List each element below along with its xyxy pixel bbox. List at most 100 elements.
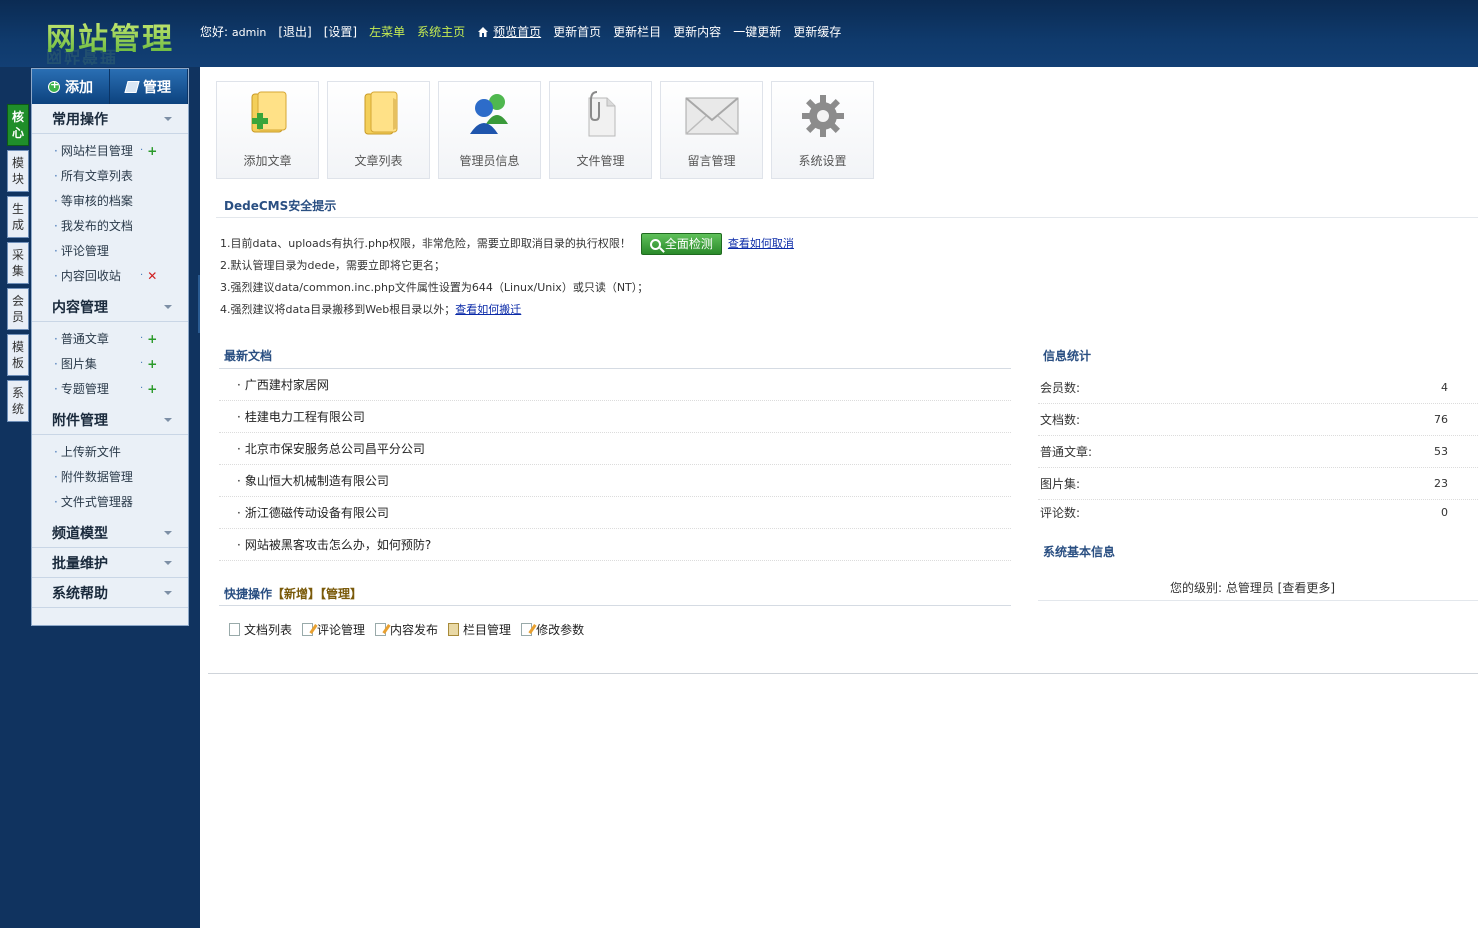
update-content-link[interactable]: 更新内容 xyxy=(673,23,721,40)
update-cache-link[interactable]: 更新缓存 xyxy=(793,23,841,40)
group-batch-maintain[interactable]: 批量维护 xyxy=(32,548,188,578)
add-icon[interactable]: + xyxy=(147,332,157,346)
greeting-text: 您好: admin xyxy=(200,25,267,39)
add-icon xyxy=(48,78,60,93)
sidebar-item-comments[interactable]: 评论管理 xyxy=(32,238,188,263)
quick-ops-title: 快捷操作【新增】【管理】 xyxy=(224,587,363,601)
latest-docs-list: 广西建村家居网 桂建电力工程有限公司 北京市保安服务总公司昌平分公司 象山恒大机… xyxy=(219,369,1011,561)
table-row: 普通文章: 53 xyxy=(1038,436,1478,468)
group-attachments[interactable]: 附件管理 xyxy=(32,405,188,435)
tab-templates[interactable]: 模板 xyxy=(7,334,29,376)
list-item[interactable]: 广西建村家居网 xyxy=(219,369,1011,401)
search-icon xyxy=(649,238,661,250)
left-menu-link[interactable]: 左菜单 xyxy=(369,23,405,40)
tab-collect[interactable]: 采集 xyxy=(7,242,29,284)
home-icon xyxy=(478,26,489,37)
shortcut-admin-info[interactable]: 管理员信息 xyxy=(438,81,541,179)
update-home-link[interactable]: 更新首页 xyxy=(553,23,601,40)
update-columns-link[interactable]: 更新栏目 xyxy=(613,23,661,40)
sidebar-item-pending-docs[interactable]: 等审核的档案 xyxy=(32,188,188,213)
list-item[interactable]: 网站被黑客攻击怎么办，如何预防? xyxy=(219,529,1011,561)
add-mode-button[interactable]: 添加 xyxy=(32,69,110,104)
quick-ops-list: 文档列表 评论管理 内容发布 栏目管理 修改参数 xyxy=(229,621,584,638)
quick-comment-manage[interactable]: 评论管理 xyxy=(302,621,365,638)
sidebar-top-buttons: 添加 管理 xyxy=(32,69,188,104)
quick-content-publish[interactable]: 内容发布 xyxy=(375,621,438,638)
tab-system[interactable]: 系统 xyxy=(7,380,29,422)
file-manage-icon xyxy=(588,91,615,137)
tab-core[interactable]: 核心 xyxy=(7,104,29,146)
sidebar-item-attachment-data[interactable]: 附件数据管理 xyxy=(32,464,188,489)
top-navigation: 您好: admin [退出] [设置] 左菜单 系统主页 预览首页 更新首页 更… xyxy=(200,23,841,40)
divider xyxy=(208,673,1478,674)
sidebar-item-column-manage[interactable]: 网站栏目管理·+ xyxy=(32,138,188,163)
latest-docs-title: 最新文档 xyxy=(224,349,273,363)
comment-icon xyxy=(302,623,314,636)
sidebar-item-normal-article[interactable]: 普通文章·+ xyxy=(32,326,188,351)
sidebar-item-file-manager[interactable]: 文件式管理器 xyxy=(32,489,188,514)
add-icon[interactable]: + xyxy=(147,144,157,158)
tab-modules[interactable]: 模块 xyxy=(7,150,29,192)
tip-3: 3.强烈建议data/common.inc.php文件属性设置为644（Linu… xyxy=(220,281,649,294)
sidebar-item-all-articles[interactable]: 所有文章列表 xyxy=(32,163,188,188)
edit-icon xyxy=(124,80,140,93)
chevron-down-icon xyxy=(164,590,172,595)
vertical-tabs: 核心 模块 生成 采集 会员 模板 系统 xyxy=(7,104,29,426)
quick-add-link[interactable]: 【新增】 xyxy=(272,587,320,601)
edit-icon xyxy=(375,623,387,636)
group-content-manage[interactable]: 内容管理 xyxy=(32,292,188,322)
sidebar-item-upload-file[interactable]: 上传新文件 xyxy=(32,439,188,464)
security-title: DedeCMS安全提示 xyxy=(224,199,337,213)
add-icon[interactable]: + xyxy=(147,357,157,371)
admin-level-text[interactable]: 您的级别: 总管理员 [查看更多] xyxy=(1170,579,1335,596)
delete-icon[interactable]: ✕ xyxy=(147,269,157,283)
one-click-update-link[interactable]: 一键更新 xyxy=(733,23,781,40)
article-list-icon xyxy=(364,91,397,135)
quick-manage-link[interactable]: 【管理】 xyxy=(320,587,362,601)
tab-members[interactable]: 会员 xyxy=(7,288,29,330)
tip-4: 4.强烈建议将data目录搬移到Web根目录以外； xyxy=(220,303,456,316)
sidebar-item-topics[interactable]: 专题管理·+ xyxy=(32,376,188,401)
shortcut-message-manage[interactable]: 留言管理 xyxy=(660,81,763,179)
shortcut-system-settings[interactable]: 系统设置 xyxy=(771,81,874,179)
quick-column-manage[interactable]: 栏目管理 xyxy=(448,621,511,638)
sidebar-item-gallery[interactable]: 图片集·+ xyxy=(32,351,188,376)
list-item[interactable]: 桂建电力工程有限公司 xyxy=(219,401,1011,433)
admin-info-icon xyxy=(469,94,508,134)
folder-icon xyxy=(448,623,460,636)
quick-modify-params[interactable]: 修改参数 xyxy=(521,621,584,638)
group-channel-model[interactable]: 频道模型 xyxy=(32,518,188,548)
group-system-help[interactable]: 系统帮助 xyxy=(32,578,188,608)
how-to-cancel-link[interactable]: 查看如何取消 xyxy=(728,233,794,255)
add-article-icon xyxy=(251,91,286,133)
list-item[interactable]: 北京市保安服务总公司昌平分公司 xyxy=(219,433,1011,465)
divider xyxy=(1038,600,1478,601)
stats-table: 会员数: 4 文档数: 76 普通文章: 53 图片集: 23 评论数: 0 xyxy=(1038,372,1478,524)
system-home-link[interactable]: 系统主页 xyxy=(417,23,465,40)
document-icon xyxy=(229,623,240,636)
sidebar-item-my-docs[interactable]: 我发布的文档 xyxy=(32,213,188,238)
table-row: 会员数: 4 xyxy=(1038,372,1478,404)
add-icon[interactable]: + xyxy=(147,382,157,396)
tip-1: 1.目前data、uploads有执行.php权限，非常危险，需要立即取消目录的… xyxy=(220,237,631,250)
shortcut-add-article[interactable]: 添加文章 xyxy=(216,81,319,179)
logo-reflection: 网站管理 xyxy=(46,47,119,66)
quick-doc-list[interactable]: 文档列表 xyxy=(229,621,292,638)
how-to-move-link[interactable]: 查看如何搬迁 xyxy=(455,299,521,321)
list-item[interactable]: 象山恒大机械制造有限公司 xyxy=(219,465,1011,497)
logout-link[interactable]: [退出] xyxy=(278,23,311,40)
tab-generate[interactable]: 生成 xyxy=(7,196,29,238)
settings-link[interactable]: [设置] xyxy=(324,23,357,40)
list-item[interactable]: 浙江德磁传动设备有限公司 xyxy=(219,497,1011,529)
sidebar-item-recycle-bin[interactable]: 内容回收站·✕ xyxy=(32,263,188,288)
shortcut-file-manage[interactable]: 文件管理 xyxy=(549,81,652,179)
chevron-down-icon xyxy=(164,116,172,121)
preview-home-link[interactable]: 预览首页 xyxy=(477,23,541,40)
sysinfo-title: 系统基本信息 xyxy=(1043,545,1116,559)
full-scan-button[interactable]: 全面检测 xyxy=(640,233,722,255)
shortcut-article-list[interactable]: 文章列表 xyxy=(327,81,430,179)
group-common-ops[interactable]: 常用操作 xyxy=(32,104,188,134)
stats-title: 信息统计 xyxy=(1043,349,1092,363)
chevron-down-icon xyxy=(164,304,172,309)
manage-mode-button[interactable]: 管理 xyxy=(110,69,188,104)
